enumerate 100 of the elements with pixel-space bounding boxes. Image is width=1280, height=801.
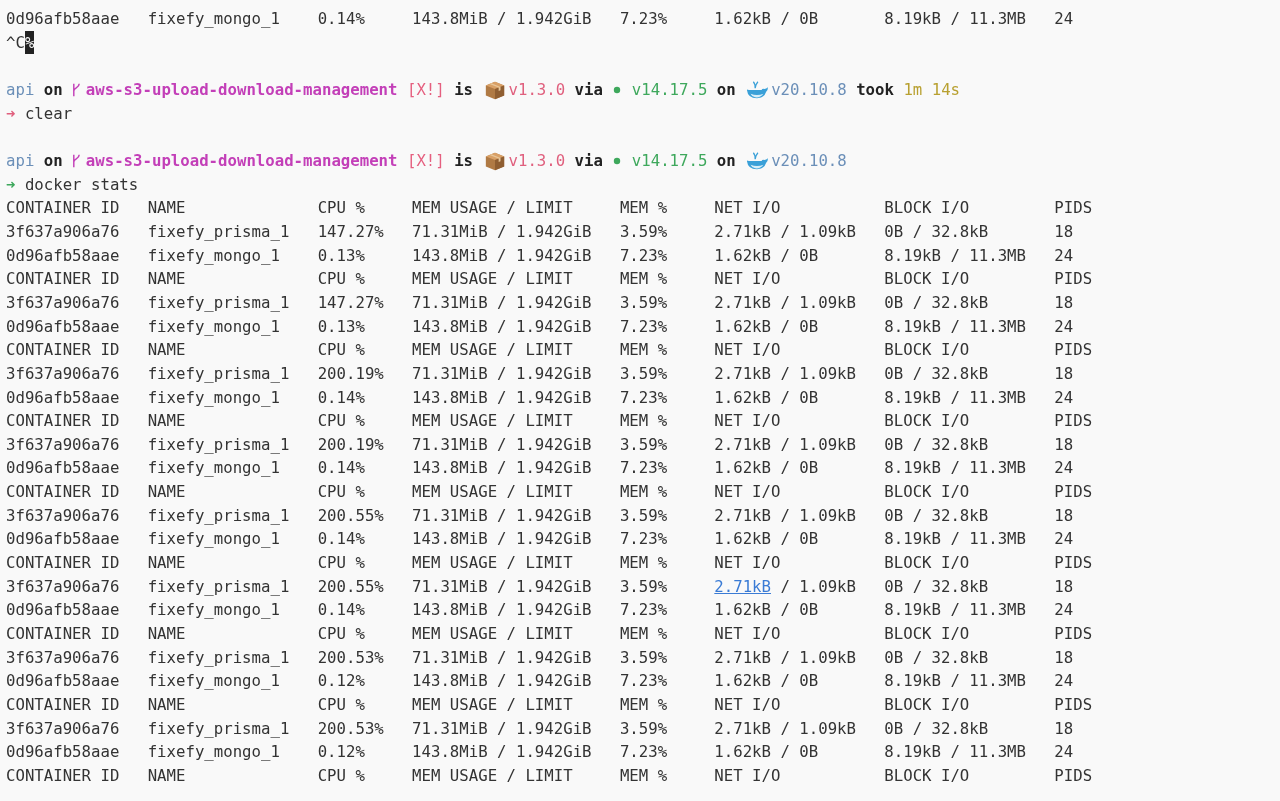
column-header: NAME <box>147 766 186 785</box>
table-cell: 3f637a906a76 <box>6 647 120 667</box>
table-cell: 0d96afb58aae <box>6 9 120 28</box>
table-cell: 18 <box>1054 292 1074 312</box>
column-header: MEM USAGE / LIMIT <box>412 553 573 573</box>
column-header: CONTAINER ID <box>6 411 120 431</box>
table-cell: 200.53% <box>317 718 384 738</box>
branch-name: aws-s3-upload-download-management <box>85 149 398 172</box>
column-header: CONTAINER ID <box>6 482 120 502</box>
column-header: MEM % <box>619 766 668 785</box>
column-header: MEM % <box>619 340 668 360</box>
table-cell: 71.31MiB / 1.942GiB <box>412 576 592 596</box>
table-cell: 8.19kB / 11.3MB <box>884 742 1026 762</box>
column-header: CONTAINER ID <box>6 269 120 289</box>
table-cell: 200.55% <box>317 576 384 596</box>
prompt-word: on <box>716 149 736 172</box>
table-cell: 0d96afb58aae <box>6 458 120 478</box>
table-cell: 0.13% <box>317 245 365 265</box>
table-cell: 18 <box>1054 718 1074 738</box>
column-header: NAME <box>147 411 186 431</box>
column-header: NET I/O <box>714 269 781 289</box>
table-cell: 1.62kB / 0B <box>714 316 819 336</box>
table-cell: 1.62kB / 0B <box>714 387 819 407</box>
table-cell: 143.8MiB / 1.942GiB <box>412 671 592 691</box>
table-cell: 3.59% <box>619 434 668 454</box>
column-header: BLOCK I/O <box>884 269 970 289</box>
table-cell: 200.53% <box>317 647 384 667</box>
column-header: MEM USAGE / LIMIT <box>412 482 573 502</box>
column-header: CPU % <box>317 198 365 218</box>
interrupt-text: ^C <box>6 31 25 54</box>
table-cell: 3f637a906a76 <box>6 363 120 383</box>
table-cell: 18 <box>1054 221 1074 241</box>
directory-name: api <box>6 149 35 172</box>
prompt-word: via <box>574 149 603 172</box>
table-cell: 3.59% <box>619 292 668 312</box>
prompt-word: is <box>454 78 474 101</box>
table-cell: 0B / 32.8kB <box>884 647 989 667</box>
table-cell: 0.14% <box>317 458 365 478</box>
column-header: CPU % <box>317 411 365 431</box>
table-cell: 1.62kB / 0B <box>714 529 819 549</box>
table-cell: 0d96afb58aae <box>6 529 120 549</box>
prompt-word: took <box>856 78 894 101</box>
column-header: PIDS <box>1054 553 1093 573</box>
table-cell: 3.59% <box>619 576 668 596</box>
table-cell: 200.19% <box>317 363 384 383</box>
table-cell: 71.31MiB / 1.942GiB <box>412 221 592 241</box>
table-cell: 3.59% <box>619 363 668 383</box>
table-cell: fixefy_prisma_1 <box>147 505 290 525</box>
column-header: MEM % <box>619 553 668 573</box>
table-cell: 24 <box>1054 742 1074 762</box>
column-header: NAME <box>147 553 186 573</box>
table-cell: 8.19kB / 11.3MB <box>884 387 1026 407</box>
prompt-word: via <box>574 78 603 101</box>
whale-icon <box>745 149 770 172</box>
table-cell: 8.19kB / 11.3MB <box>884 458 1026 478</box>
link[interactable]: 2.71kB <box>714 576 771 596</box>
table-cell: 24 <box>1054 671 1074 691</box>
table-cell: 7.23% <box>619 245 668 265</box>
package-version: v1.3.0 <box>508 149 566 172</box>
table-cell: 200.55% <box>317 505 384 525</box>
table-cell: 0B / 32.8kB <box>884 718 989 738</box>
table-cell: fixefy_mongo_1 <box>147 458 280 478</box>
table-cell: 2.71kB / 1.09kB <box>714 718 856 738</box>
table-cell: 2.71kB / 1.09kB <box>714 505 856 525</box>
column-header: BLOCK I/O <box>884 482 970 502</box>
prompt-word: on <box>43 78 63 101</box>
table-cell: 24 <box>1054 9 1074 28</box>
table-cell: 71.31MiB / 1.942GiB <box>412 434 592 454</box>
prompt-arrow: ➜ <box>6 173 16 196</box>
table-cell: 1.62kB / 0B <box>714 245 819 265</box>
directory-name: api <box>6 78 35 101</box>
column-header: CPU % <box>317 624 365 644</box>
column-header: PIDS <box>1054 198 1093 218</box>
node-version: v14.17.5 <box>631 78 708 101</box>
table-cell: 2.71kB / 1.09kB <box>714 292 856 312</box>
table-cell: 1.62kB / 0B <box>714 458 819 478</box>
table-cell: 200.19% <box>317 434 384 454</box>
column-header: CPU % <box>317 340 365 360</box>
table-cell: 71.31MiB / 1.942GiB <box>412 363 592 383</box>
table-cell: 7.23% <box>619 600 668 620</box>
column-header: NET I/O <box>714 553 781 573</box>
table-cell: 2.71kB / 1.09kB <box>714 434 856 454</box>
table-cell: 24 <box>1054 458 1074 478</box>
dot-icon <box>612 84 623 95</box>
column-header: CONTAINER ID <box>6 553 120 573</box>
column-header: BLOCK I/O <box>884 766 970 785</box>
column-header: BLOCK I/O <box>884 198 970 218</box>
table-cell: 143.8MiB / 1.942GiB <box>412 9 592 28</box>
dot-icon <box>612 155 623 166</box>
column-header: NET I/O <box>714 766 781 785</box>
column-header: NAME <box>147 269 186 289</box>
table-cell: 1.62kB / 0B <box>714 671 819 691</box>
column-header: MEM USAGE / LIMIT <box>412 269 573 289</box>
table-cell: 2.71kB / 1.09kB <box>714 647 856 667</box>
table-cell: 0B / 32.8kB <box>884 505 989 525</box>
table-cell: 0.14% <box>317 387 365 407</box>
table-cell: 24 <box>1054 387 1074 407</box>
table-cell: 18 <box>1054 505 1074 525</box>
table-cell: 143.8MiB / 1.942GiB <box>412 529 592 549</box>
column-header: NET I/O <box>714 482 781 502</box>
